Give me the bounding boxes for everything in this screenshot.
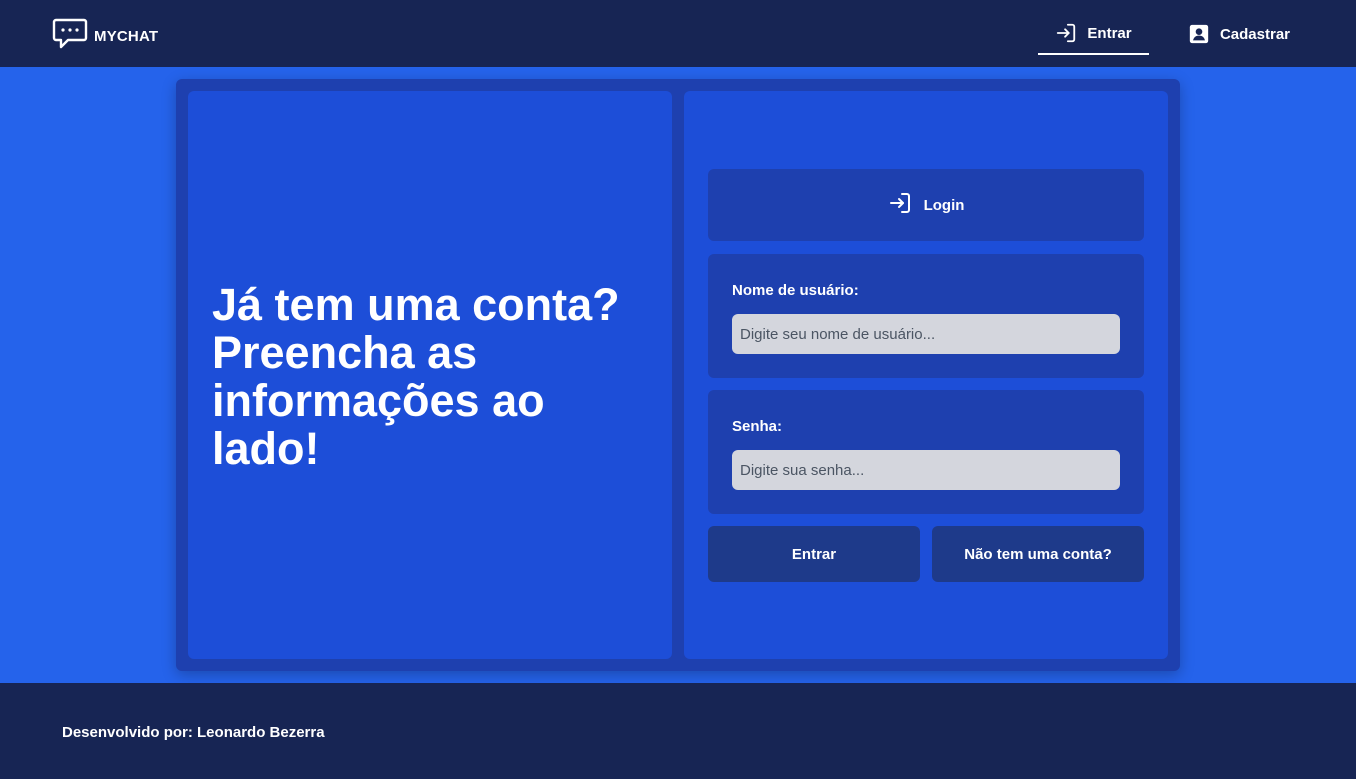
username-label: Nome de usuário: [732,282,859,299]
login-arrow-icon [888,191,912,220]
top-navbar: MYCHAT Entrar Cadastrar [0,0,1356,67]
login-title-label: Login [923,196,965,214]
user-card-icon [1188,23,1210,45]
hero-headline: Já tem uma conta? Preencha as informaçõe… [212,279,620,474]
nav-register-label: Cadastrar [1219,25,1291,43]
submit-login-button[interactable]: Entrar [708,526,920,582]
footer-credit: Desenvolvido por: Leonardo Bezerra [62,724,325,741]
login-form-title: Login [708,169,1144,241]
nav-register-link[interactable]: Cadastrar [1180,13,1298,55]
chat-bubble-icon [52,17,88,56]
nav-login-link[interactable]: Entrar [1038,13,1149,55]
brand-name: MYCHAT [94,28,159,45]
password-label: Senha: [732,418,783,435]
page-footer: Desenvolvido por: Leonardo Bezerra [0,683,1356,779]
login-form-panel: Login Nome de usuário: Senha: Entrar Não… [684,91,1168,659]
login-arrow-icon [1055,22,1077,44]
password-input[interactable] [732,450,1120,490]
signup-link-button[interactable]: Não tem uma conta? [932,526,1144,582]
username-field-group: Nome de usuário: [708,254,1144,378]
brand-logo[interactable]: MYCHAT [52,17,158,56]
password-field-group: Senha: [708,390,1144,514]
login-card: Já tem uma conta? Preencha as informaçõe… [176,79,1180,671]
hero-panel: Já tem uma conta? Preencha as informaçõe… [188,91,672,659]
nav-login-label: Entrar [1087,24,1132,42]
username-input[interactable] [732,314,1120,354]
